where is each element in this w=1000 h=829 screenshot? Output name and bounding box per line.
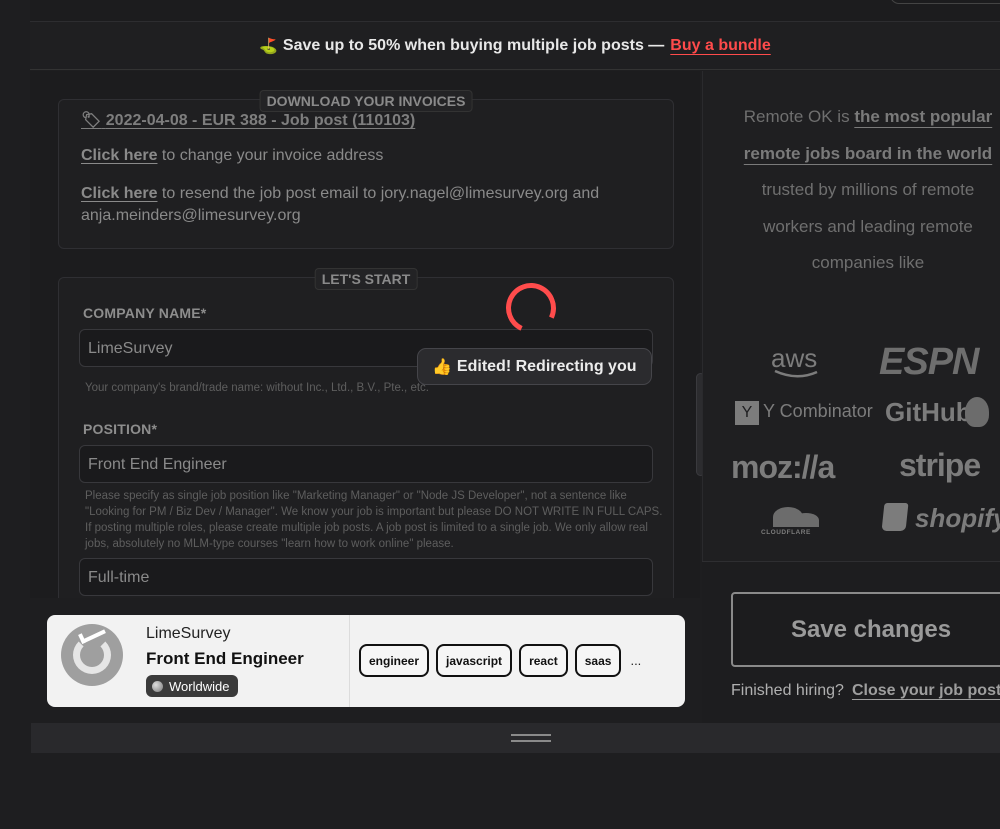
position-label: POSITION*	[83, 421, 158, 437]
toast-text: Edited! Redirecting you	[456, 357, 637, 375]
ycombinator-icon: Y	[735, 401, 759, 425]
job-post-preview[interactable]: LimeSurvey Front End Engineer Worldwide …	[47, 615, 685, 707]
save-panel: Save changes Finished hiring? Close your …	[702, 561, 1000, 723]
tag-javascript[interactable]: javascript	[436, 644, 513, 677]
tag-saas[interactable]: saas	[574, 644, 622, 677]
change-address-link[interactable]: Click here	[81, 147, 157, 164]
cloudflare-icon	[767, 503, 821, 527]
more-tags-ellipsis: ...	[630, 653, 642, 668]
lets-start-section: LET'S START COMPANY NAME* LimeSurvey You…	[58, 268, 674, 598]
trust-tagline: Remote OK is the most popular remote job…	[733, 99, 1000, 282]
resend-email-text: to resend the job post email to jory.nag…	[81, 185, 600, 224]
invoice-address-line: Click here to change your invoice addres…	[81, 145, 641, 167]
resend-email-link[interactable]: Click here	[81, 185, 157, 202]
preview-company-name: LimeSurvey	[146, 625, 231, 642]
bottom-bar	[31, 723, 1000, 753]
change-address-text: to change your invoice address	[157, 147, 384, 164]
preview-position-title: Front End Engineer	[146, 649, 304, 668]
cloudflare-logo: CLOUDFLARE	[761, 529, 811, 536]
tag-icon: 🏷	[81, 112, 102, 129]
finished-hiring-text: Finished hiring?	[731, 682, 844, 699]
company-logo	[61, 623, 123, 686]
shopify-logo: shopify	[915, 503, 1000, 533]
invoice-download-link[interactable]: 🏷 2022-04-08 - EUR 388 - Job post (11010…	[81, 110, 415, 130]
trust-sidebar: Remote OK is the most popular remote job…	[702, 71, 1000, 561]
resend-email-line: Click here to resend the job post email …	[81, 183, 641, 227]
preview-tags: engineer javascript react saas ...	[359, 644, 641, 677]
espn-logo: ESPN	[879, 341, 979, 383]
shopify-bag-icon	[881, 503, 909, 531]
finished-hiring-line: Finished hiring? Close your job post	[731, 682, 1000, 700]
tag-engineer[interactable]: engineer	[359, 644, 430, 677]
globe-icon	[152, 680, 163, 692]
position-hint: Please specify as single job position li…	[85, 490, 663, 550]
save-changes-button[interactable]: Save changes	[731, 592, 1000, 667]
ycombinator-text: Y Combinator	[763, 401, 873, 421]
company-name-label: COMPANY NAME*	[83, 305, 207, 321]
tag-react[interactable]: react	[519, 644, 568, 677]
redirect-toast: 👍 Edited! Redirecting you	[417, 348, 652, 385]
tagline-pre: Remote OK is	[743, 107, 855, 126]
thumbs-up-icon: 👍	[432, 358, 452, 376]
invoices-section: DOWNLOAD YOUR INVOICES 🏷 2022-04-08 - EU…	[58, 90, 674, 249]
top-toolbar	[30, 0, 1000, 22]
octocat-icon	[965, 397, 989, 427]
stripe-logo: stripe	[899, 447, 981, 483]
aws-smile-icon	[774, 369, 818, 378]
github-logo: GitHub	[885, 397, 972, 427]
promo-text: Save up to 50% when buying multiple job …	[282, 36, 665, 54]
invoices-legend: DOWNLOAD YOUR INVOICES	[259, 90, 473, 112]
edit-form-column: DOWNLOAD YOUR INVOICES 🏷 2022-04-08 - EU…	[30, 71, 700, 598]
promo-banner: ⛳️ Save up to 50% when buying multiple j…	[30, 22, 1000, 70]
mozilla-logo: moz://a	[731, 449, 835, 485]
close-job-post-link[interactable]: Close your job post	[852, 682, 1000, 699]
toolbar-pill[interactable]	[890, 0, 1000, 4]
position-input[interactable]: Front End Engineer	[79, 445, 653, 483]
drag-handle-icon[interactable]	[511, 734, 551, 742]
location-text: Worldwide	[169, 678, 230, 694]
tagline-post: trusted by millions of remote workers an…	[761, 180, 975, 272]
invoice-link-text: 2022-04-08 - EUR 388 - Job post (110103)	[105, 112, 416, 129]
lets-start-legend: LET'S START	[314, 268, 418, 290]
buy-bundle-link[interactable]: Buy a bundle	[670, 37, 770, 55]
golf-flag-icon: ⛳️	[259, 37, 278, 55]
preview-divider	[349, 615, 350, 707]
employment-type-select[interactable]: Full-time	[79, 558, 653, 596]
location-badge: Worldwide	[146, 675, 239, 697]
app-window: ⛳️ Save up to 50% when buying multiple j…	[0, 0, 1000, 829]
ycombinator-logo: YY Combinator	[735, 401, 873, 425]
